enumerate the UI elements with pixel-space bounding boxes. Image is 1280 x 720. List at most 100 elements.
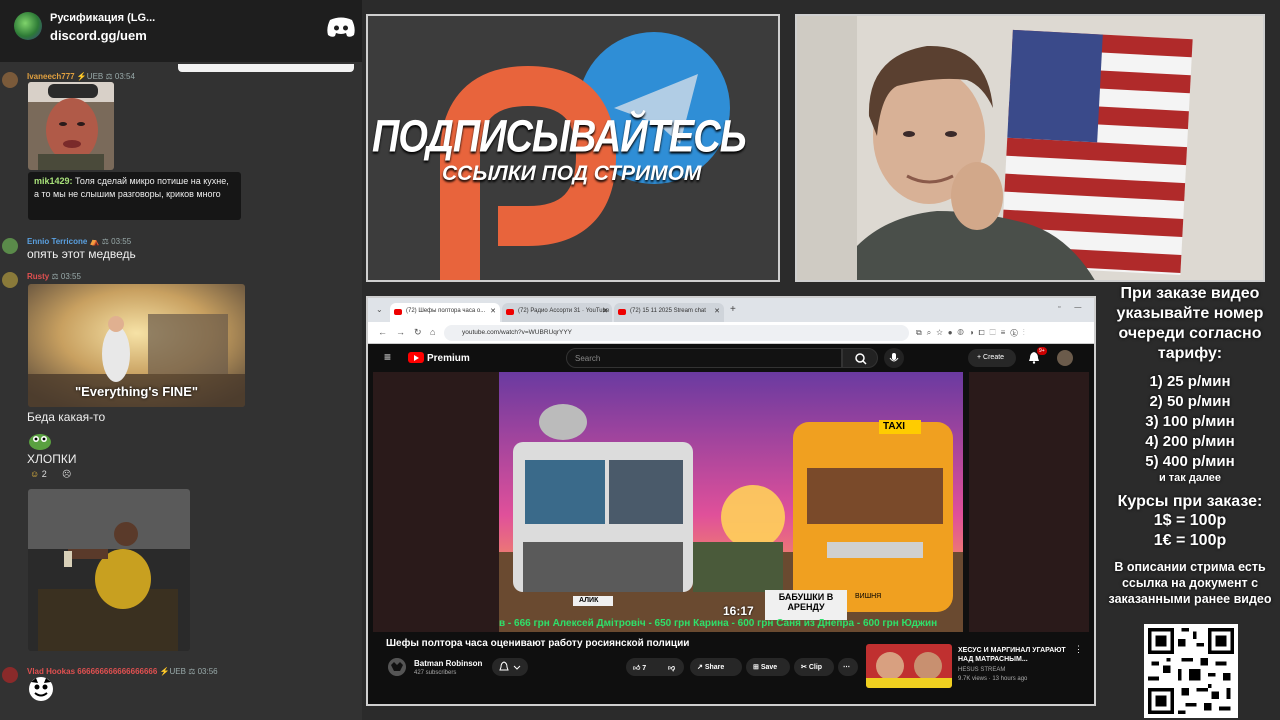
more-actions-button[interactable]: ⋯	[838, 658, 858, 676]
meme-image[interactable]	[28, 489, 190, 651]
user-badges: ⚡UEB ⚖	[159, 667, 196, 676]
browser-tab[interactable]: (72) Радио Ассорти 31 · YouTube ✕	[502, 303, 612, 322]
webcam-image	[797, 16, 1263, 280]
reaction-emoji: ☹	[62, 469, 72, 479]
create-label: Create	[983, 354, 1005, 361]
menu-icon[interactable]: ≡	[384, 350, 391, 364]
recommended-channel[interactable]: HESUS STREAM	[958, 667, 1005, 673]
search-input[interactable]: Search	[566, 348, 842, 368]
home-icon[interactable]: ⌂	[430, 327, 435, 337]
url-field[interactable]: youtube.com/watch?v=WUBRUqrYYY	[444, 325, 909, 341]
tab-label: (72) 15 11 2025 Stream chat	[630, 308, 706, 314]
tab-label: (72) Шефы полтора часа о...	[406, 308, 486, 314]
clown-emoji	[28, 676, 54, 702]
extension-icons[interactable]: ⧉⌕☆●◍◑⧠⬚≡ⓚ⋮	[916, 328, 1030, 338]
promo-title: ПОДПИСЫВАЙТЕСЬ	[372, 111, 747, 163]
tariff-item: 4) 200 р/мин	[1145, 433, 1235, 450]
close-tab-icon[interactable]: ✕	[714, 307, 720, 315]
message-meta: Ennio Terricone ⛺ ⚖ 03:55	[27, 237, 131, 246]
youtube-favicon-icon	[618, 309, 626, 315]
discord-server-bar[interactable]: Русификация (LG... discord.gg/uem	[0, 0, 362, 62]
message-text: опять этот медведь	[27, 247, 136, 261]
tariff-list: 1) 25 р/мин 2) 50 р/мин 3) 100 р/мин 4) …	[1100, 372, 1280, 484]
tariff-item: 1) 25 р/мин	[1149, 373, 1231, 390]
user-badges: ⛺ ⚖	[89, 237, 109, 246]
tariff-item: 3) 100 р/мин	[1145, 413, 1235, 430]
server-avatar	[14, 12, 42, 40]
forward-icon[interactable]: →	[396, 327, 405, 337]
avatar[interactable]	[2, 72, 18, 88]
channel-name[interactable]: Batman Robinson	[414, 659, 482, 668]
youtube-favicon-icon	[394, 309, 402, 315]
tab-search-icon[interactable]: ⌄	[376, 305, 383, 314]
reaction[interactable]: ☹	[62, 469, 71, 480]
dislike-button[interactable]: 👎︎	[662, 658, 684, 676]
reaction[interactable]: ☺ 2	[30, 469, 47, 479]
username[interactable]: Ennio Terricone	[27, 237, 87, 246]
browser-tab[interactable]: (72) 15 11 2025 Stream chat ✕	[614, 303, 724, 322]
promo-panel: ПОДПИСЫВАЙТЕСЬ ССЫЛКИ ПОД СТРИМОМ	[366, 14, 780, 282]
recommended-more-icon[interactable]: ⋮	[1074, 644, 1083, 655]
voice-search-button[interactable]	[884, 348, 904, 368]
youtube-favicon-icon	[506, 309, 514, 315]
back-icon[interactable]: ←	[378, 327, 387, 337]
subscribe-bell-button[interactable]	[492, 658, 528, 676]
reaction-emoji: ☺	[30, 469, 40, 479]
thumbs-down-icon: 👎︎	[668, 665, 676, 672]
pepe-emoji	[28, 432, 52, 450]
promo-subtitle: ССЫЛКИ ПОД СТРИМОМ	[442, 162, 702, 185]
notification-badge: 9+	[1037, 347, 1047, 355]
browser-window: ⌄ (72) Шефы полтора часа о... ✕ (72) Рад…	[366, 296, 1096, 706]
user-badges: ⚖	[51, 272, 59, 281]
recommended-thumbnail[interactable]	[866, 644, 952, 688]
close-tab-icon[interactable]: ✕	[490, 307, 496, 315]
chat-panel: Русификация (LG... discord.gg/uem Ivanee…	[0, 0, 362, 720]
message-text: ХЛОПКИ	[27, 452, 77, 466]
window-controls[interactable]: ▫ —	[1058, 304, 1087, 311]
name-tag: АЛИК	[579, 597, 599, 604]
timestamp: 03:55	[60, 272, 81, 281]
avatar[interactable]	[2, 272, 18, 288]
share-button[interactable]: ↗ Share	[690, 658, 742, 676]
input-strip	[178, 64, 354, 72]
timestamp: 03:54	[114, 72, 135, 81]
recommended-title[interactable]: ХЕСУС И МАРГИНАЛ УГАРАЮТ НАД МАТРАСНЫМ..…	[958, 646, 1070, 664]
reload-icon[interactable]: ↻	[414, 327, 422, 338]
meme-image[interactable]	[28, 82, 114, 170]
video-player[interactable]: TAXI АЛИК ВИШНЯ БАБУШКИ В АРЕНДУ 16:17 в…	[373, 372, 1089, 632]
tariff-item: 2) 50 р/мин	[1149, 393, 1231, 410]
avatar[interactable]	[2, 667, 18, 683]
username[interactable]: Vlad Hookas 666666666666666666	[27, 667, 157, 676]
recommended-meta: 9.7K views · 13 hours ago	[958, 676, 1028, 682]
tab-label: (72) Радио Ассорти 31 · YouTube	[518, 308, 610, 314]
donation-ticker: в - 666 грн Алексей Дмітровіч - 650 грн …	[499, 618, 938, 629]
bus-plate: ВИШНЯ	[855, 593, 882, 600]
clip-label: Clip	[808, 664, 823, 671]
username[interactable]: Rusty	[27, 272, 49, 281]
message-meta: Vlad Hookas 666666666666666666 ⚡UEB ⚖ 03…	[27, 667, 218, 676]
username[interactable]: Ivaneech777	[27, 72, 75, 81]
youtube-brand[interactable]: Premium	[427, 353, 470, 364]
search-button[interactable]	[842, 348, 878, 368]
new-tab-button[interactable]: +	[730, 304, 736, 315]
share-label: Share	[704, 664, 725, 671]
save-button[interactable]: ⊞ Save	[746, 658, 790, 676]
video-timestamp: 16:17	[723, 604, 754, 618]
rate-usd: 1$ = 100р	[1153, 512, 1227, 529]
qr-code[interactable]	[1144, 624, 1238, 718]
close-tab-icon[interactable]: ✕	[602, 307, 608, 315]
avatar[interactable]	[2, 238, 18, 254]
account-avatar[interactable]	[1057, 350, 1073, 366]
meme-image-everything-fine[interactable]: "Everything's FINE"	[28, 284, 245, 407]
discord-icon	[327, 17, 355, 37]
reply-username[interactable]: mik1429:	[34, 176, 73, 186]
channel-avatar[interactable]	[388, 658, 406, 676]
create-button[interactable]: + Create	[968, 349, 1016, 367]
browser-tab[interactable]: (72) Шефы полтора часа о... ✕	[390, 303, 500, 322]
image-caption: "Everything's FINE"	[74, 384, 199, 399]
youtube-logo-icon[interactable]	[408, 352, 424, 363]
taxi-sign: TAXI	[883, 421, 906, 432]
invite-link[interactable]: discord.gg/uem	[50, 28, 147, 43]
clip-button[interactable]: ✂ Clip	[794, 658, 834, 676]
bell-icon	[499, 661, 521, 671]
